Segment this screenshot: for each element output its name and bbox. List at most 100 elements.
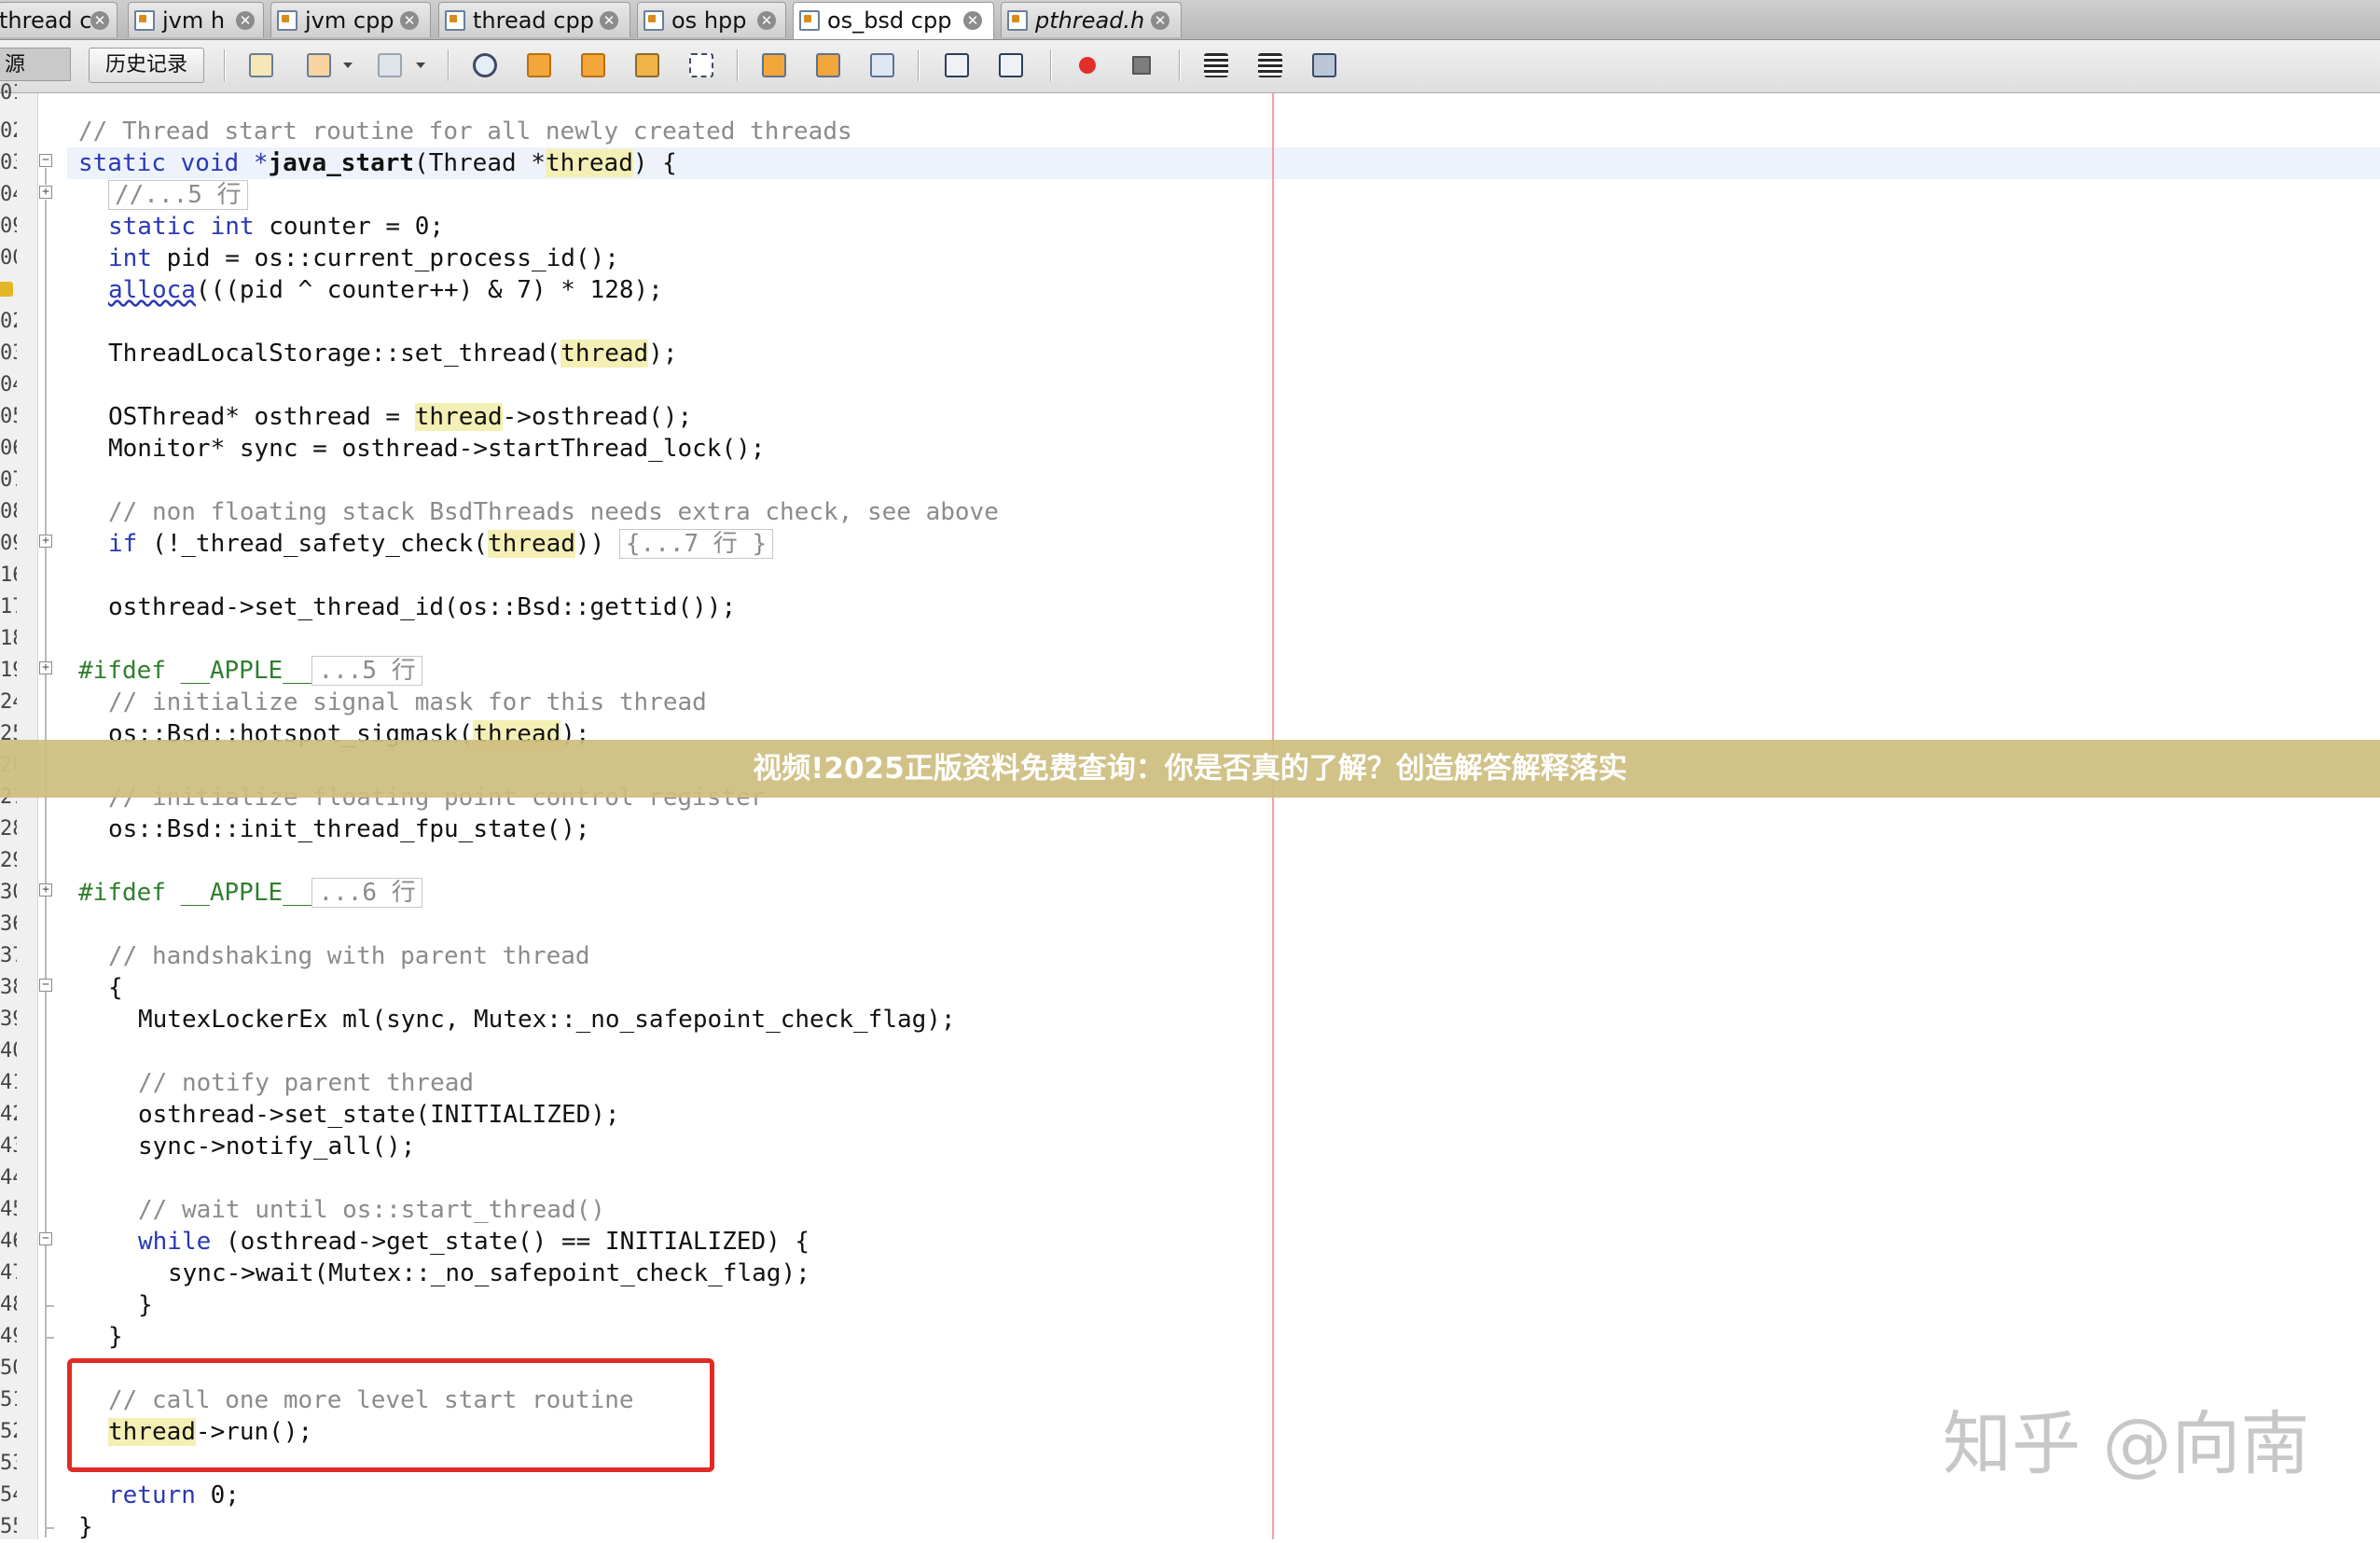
back-icon[interactable]	[302, 49, 336, 82]
highlighted-identifier: thread	[414, 403, 503, 431]
code-line: #ifdef __APPLE__ ...5 行	[78, 655, 422, 687]
line-number: 09	[0, 215, 17, 238]
uncomment-icon[interactable]	[1253, 49, 1287, 82]
line-number: 19	[0, 659, 17, 682]
toggle-highlight-icon[interactable]	[630, 49, 664, 82]
tab-jvm-cpp[interactable]: jvm cpp ✕	[270, 2, 431, 37]
comment-icon[interactable]	[1199, 49, 1233, 82]
fold-collapse-icon[interactable]: −	[39, 979, 52, 992]
folded-code-block[interactable]: //...5 行	[108, 180, 248, 210]
tab-jvm-h[interactable]: jvm h ✕	[128, 2, 264, 37]
fold-expand-icon[interactable]: +	[39, 535, 52, 548]
tab-thread-cpp[interactable]: thread cpp ✕	[438, 2, 630, 37]
tab-label: jvm cpp	[305, 7, 394, 34]
line-number: 17	[0, 595, 17, 619]
code-line: }	[108, 1323, 123, 1351]
prev-bookmark-icon[interactable]	[757, 49, 791, 82]
last-edit-icon[interactable]	[244, 49, 278, 82]
folded-code-block[interactable]: ...5 行	[311, 656, 422, 686]
fold-expand-icon[interactable]: +	[39, 883, 52, 897]
folded-code-block[interactable]: {...7 行 }	[618, 529, 774, 559]
line-number: 52	[0, 1420, 17, 1443]
line-number: 05	[0, 405, 17, 428]
line-number: 49	[0, 1325, 17, 1348]
line-number: 51	[0, 1388, 17, 1411]
line-number: 38	[0, 976, 17, 999]
folded-code-block[interactable]: ...6 行	[311, 878, 422, 908]
code-line: while (osthread->get_state() == INITIALI…	[138, 1226, 809, 1258]
code-line: int pid = os::current_process_id();	[108, 243, 619, 274]
close-icon[interactable]: ✕	[236, 11, 255, 30]
toolbar-separator	[224, 49, 226, 81]
watermark: 知乎 @向南	[1943, 1404, 2310, 1484]
close-icon[interactable]: ✕	[1151, 11, 1169, 30]
tab-thread-c[interactable]: thread c ✕	[0, 2, 118, 37]
history-button[interactable]: 历史记录	[89, 48, 204, 83]
close-icon[interactable]: ✕	[963, 11, 982, 30]
shift-left-icon[interactable]	[940, 49, 974, 82]
tab-label: os_bsd cpp	[827, 7, 952, 34]
fold-collapse-icon[interactable]: −	[39, 1232, 52, 1245]
fold-expand-icon[interactable]: +	[39, 186, 52, 199]
line-number: 09	[0, 532, 17, 555]
next-bookmark-icon[interactable]	[811, 49, 845, 82]
cpp-file-icon	[643, 10, 664, 31]
line-number: 54	[0, 1483, 17, 1507]
cpp-file-icon	[277, 10, 298, 31]
code-keyword: static int	[108, 213, 255, 241]
code-comment: // wait until os::start_thread()	[138, 1196, 605, 1224]
header-file-icon	[1007, 10, 1028, 31]
code-function-call: alloca	[108, 276, 196, 304]
forward-icon[interactable]	[373, 49, 407, 82]
close-icon[interactable]: ✕	[600, 11, 618, 30]
diff-icon[interactable]	[1308, 49, 1341, 82]
code-text: 0;	[195, 1481, 240, 1509]
stop-macro-icon[interactable]	[1125, 49, 1158, 82]
line-number: 55	[0, 1515, 17, 1538]
code-text: (Thread *	[414, 149, 546, 177]
editor-toolbar: 源 历史记录	[0, 40, 2380, 93]
line-number: 43	[0, 1134, 17, 1158]
find-icon[interactable]	[468, 49, 502, 82]
code-text: OSThread* osthread =	[108, 403, 415, 431]
code-editor[interactable]: − + + + + − − 01 02 03 04 09 00 02 03 04…	[0, 81, 2380, 1541]
preprocessor-directive: #ifdef __APPLE__	[78, 879, 312, 907]
find-prev-icon[interactable]	[522, 49, 556, 82]
toggle-bookmark-icon[interactable]	[865, 49, 899, 82]
source-view-button[interactable]: 源	[0, 48, 71, 81]
line-number: 04	[0, 373, 17, 396]
close-icon[interactable]: ✕	[400, 11, 419, 30]
line-number: 24	[0, 690, 17, 714]
code-line: alloca(((pid ^ counter++) & 7) * 128);	[108, 274, 663, 306]
fold-end-marker	[45, 1305, 54, 1307]
code-keyword: if	[108, 530, 138, 558]
start-macro-icon[interactable]	[1071, 49, 1104, 82]
tab-pthread-h[interactable]: pthread.h ✕	[1001, 2, 1182, 37]
line-number: 40	[0, 1039, 17, 1063]
code-text: (!_thread_safety_check(	[137, 530, 488, 558]
fold-collapse-icon[interactable]: −	[39, 154, 52, 167]
line-number: 41	[0, 1071, 17, 1094]
fold-expand-icon[interactable]: +	[39, 661, 52, 674]
function-name: java_start	[268, 149, 415, 177]
annotation-highlight-box	[67, 1358, 714, 1472]
toggle-rect-select-icon[interactable]	[685, 49, 718, 82]
chevron-down-icon[interactable]	[416, 63, 425, 68]
code-comment: // non floating stack BsdThreads needs e…	[108, 498, 999, 526]
code-keyword: int	[108, 244, 152, 272]
find-next-icon[interactable]	[576, 49, 610, 82]
code-text: (((pid ^ counter++) & 7) * 128);	[195, 276, 663, 304]
fold-guide	[45, 168, 47, 185]
cpp-file-icon	[799, 10, 820, 31]
shift-right-icon[interactable]	[994, 49, 1028, 82]
close-icon[interactable]: ✕	[90, 11, 109, 30]
tab-os-bsd-cpp[interactable]: os_bsd cpp ✕	[793, 2, 994, 39]
close-icon[interactable]: ✕	[757, 11, 776, 30]
chevron-down-icon[interactable]	[343, 63, 353, 68]
line-number: 02	[0, 310, 17, 333]
tab-os-hpp[interactable]: os hpp ✕	[637, 2, 786, 37]
code-text: (osthread->get_state() == INITIALIZED) {	[211, 1228, 810, 1256]
line-number: 45	[0, 1198, 17, 1221]
line-number: 29	[0, 849, 17, 872]
line-number: 39	[0, 1008, 17, 1031]
